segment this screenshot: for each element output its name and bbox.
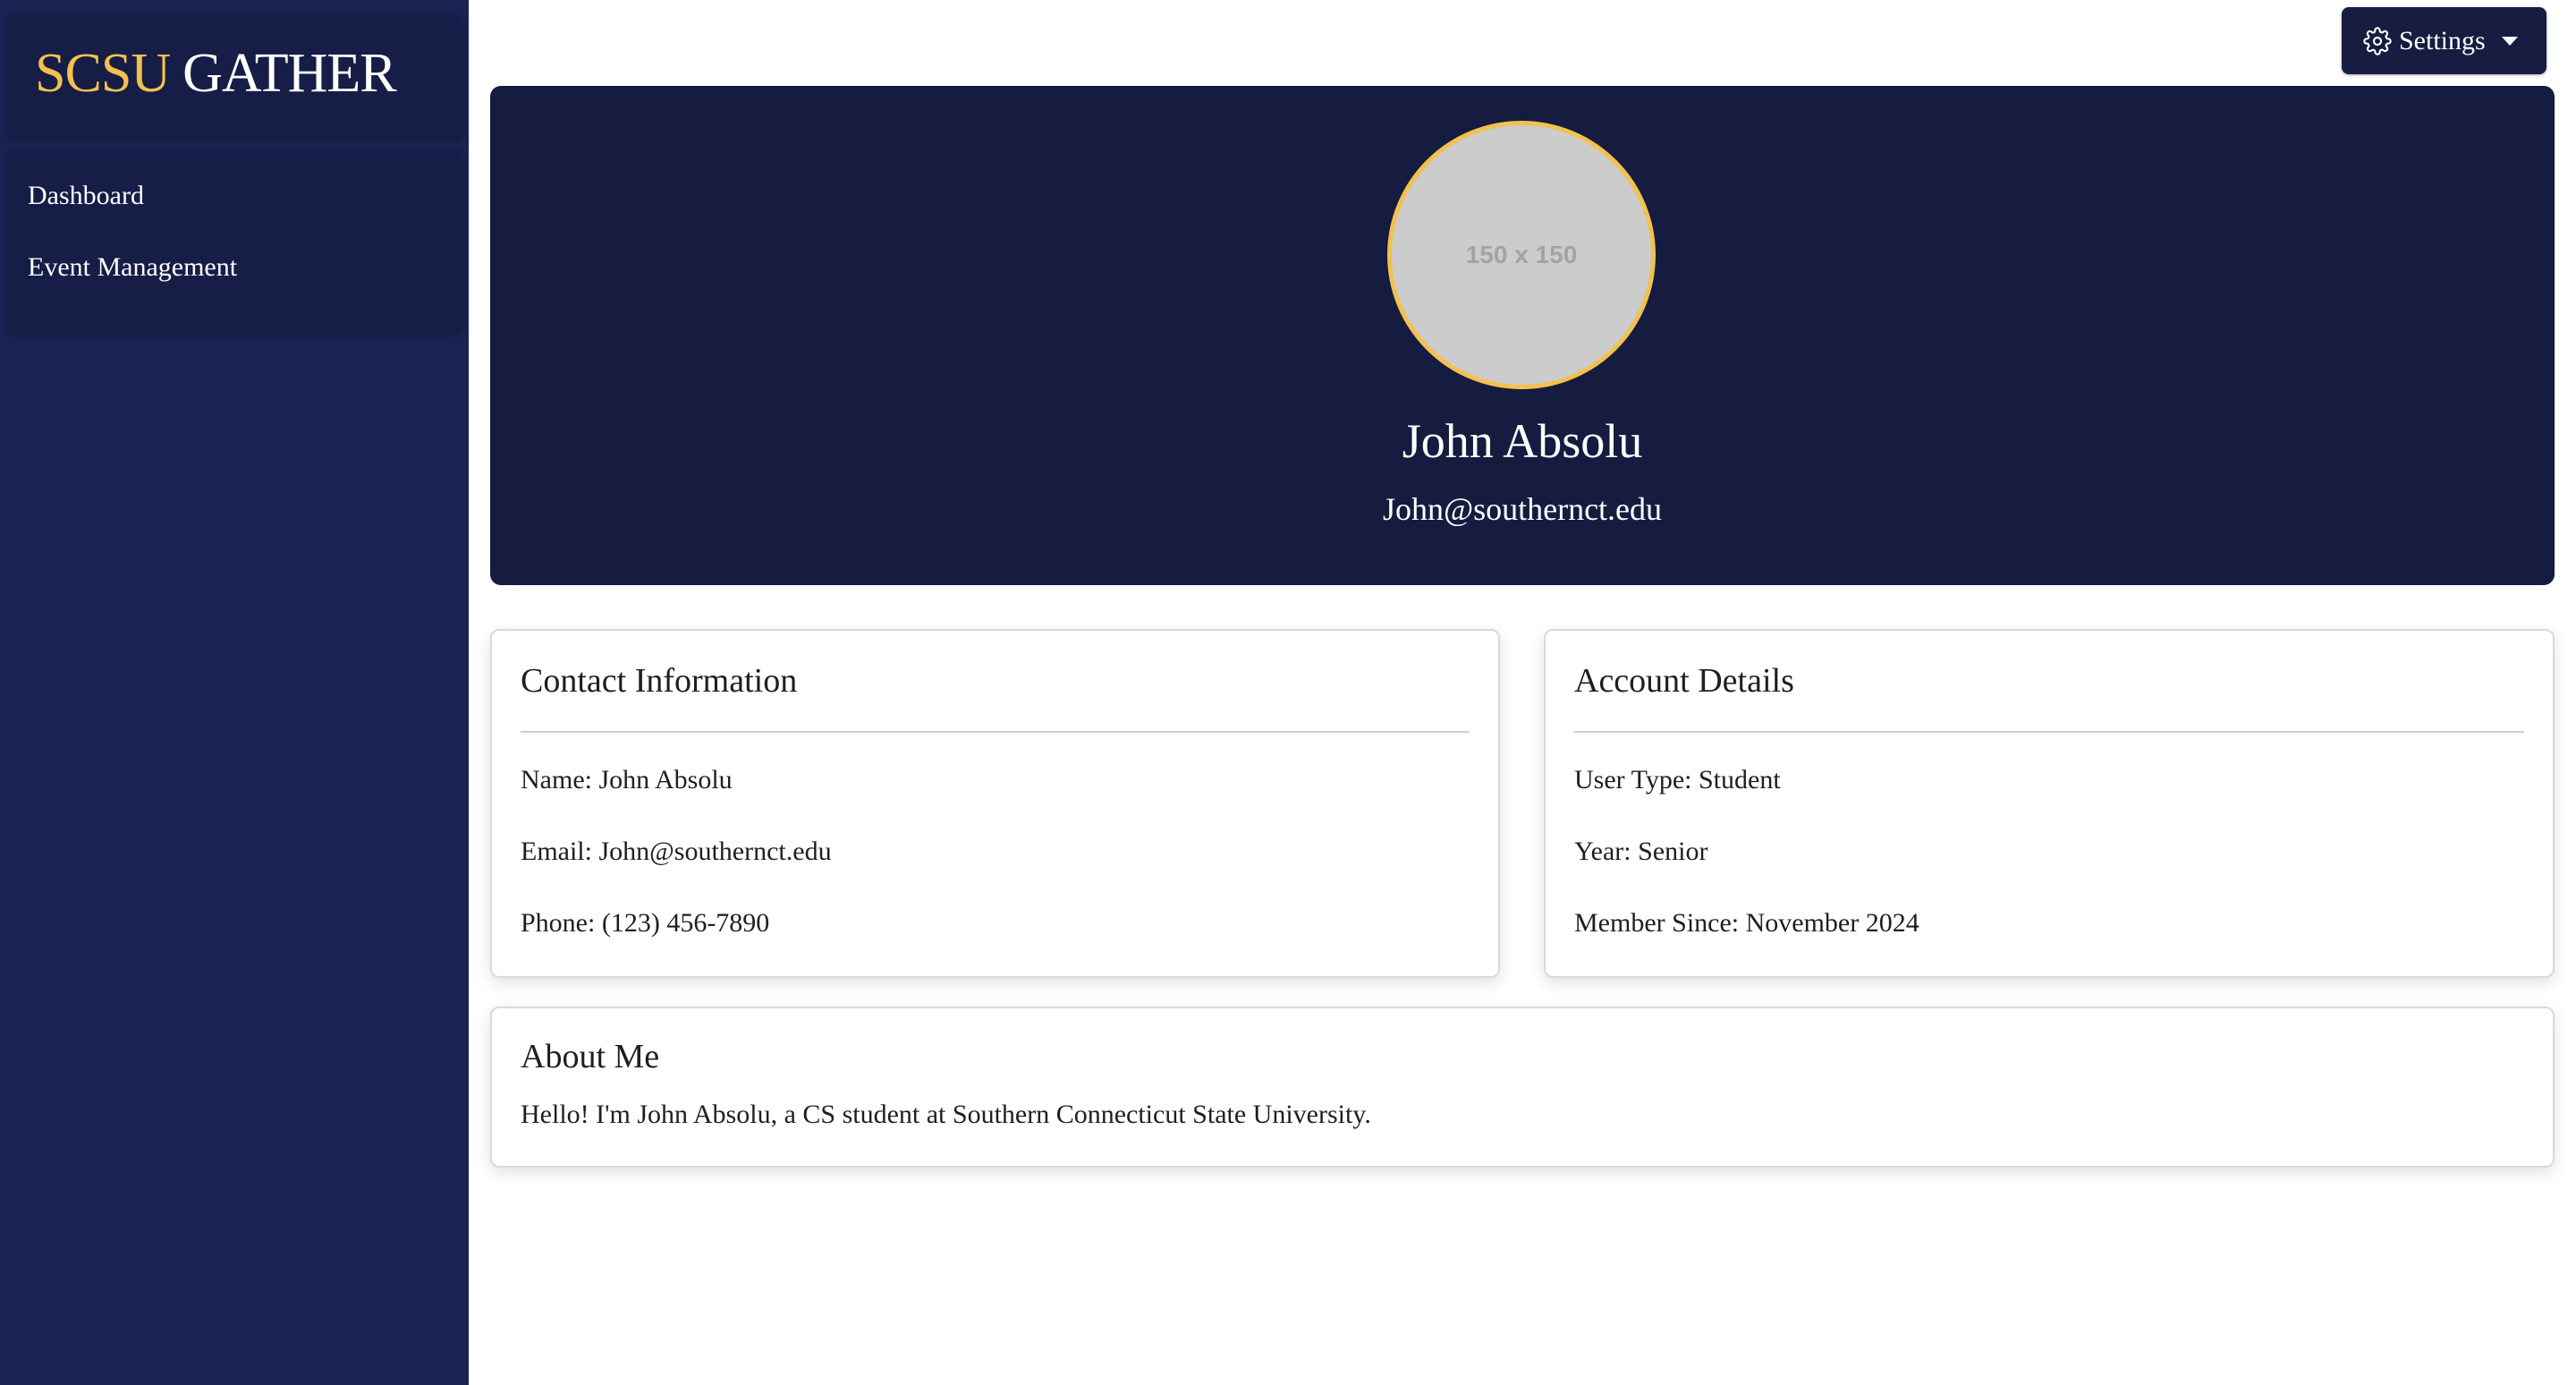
- contact-phone: Phone: (123) 456-7890: [521, 908, 770, 938]
- sidebar-item-dashboard[interactable]: Dashboard: [28, 181, 144, 211]
- account-user-type: User Type: Student: [1574, 765, 1781, 794]
- profile-name: John Absolu: [1402, 414, 1643, 468]
- brand-logo[interactable]: SCSU GATHER: [35, 42, 397, 106]
- avatar-placeholder-text: 150 x 150: [1465, 241, 1578, 268]
- sidebar: SCSU GATHER Dashboard Event Management: [0, 0, 469, 1385]
- contact-name: Name: John Absolu: [521, 765, 733, 794]
- about-me-card: About Me Hello! I'm John Absolu, a CS st…: [490, 1007, 2555, 1168]
- settings-button[interactable]: Settings: [2342, 7, 2546, 74]
- settings-label: Settings: [2399, 25, 2486, 55]
- divider: [521, 731, 1470, 733]
- brand-scsu: SCSU: [35, 43, 171, 104]
- card-title: About Me: [521, 1038, 660, 1075]
- gear-icon: [2363, 26, 2392, 55]
- card-title: Contact Information: [521, 662, 798, 700]
- brand-gather: GATHER: [182, 43, 397, 104]
- app-root: SCSU GATHER Dashboard Event Management Se…: [0, 0, 2576, 1385]
- sidebar-item-event-management[interactable]: Event Management: [28, 252, 237, 283]
- contact-email: Email: John@southernct.edu: [521, 837, 832, 866]
- profile-hero: 150 x 150 John Absolu John@southernct.ed…: [490, 86, 2555, 585]
- sidebar-nav: Dashboard Event Management: [8, 150, 462, 333]
- avatar: 150 x 150: [1387, 121, 1656, 389]
- account-year: Year: Senior: [1574, 837, 1708, 866]
- about-me-text: Hello! I'm John Absolu, a CS student at …: [521, 1100, 1371, 1129]
- account-details-card: Account Details User Type: Student Year:…: [1544, 629, 2555, 978]
- account-member-since: Member Since: November 2024: [1574, 908, 1919, 938]
- card-title: Account Details: [1574, 662, 1794, 700]
- profile-email: John@southernct.edu: [1382, 491, 1663, 527]
- brand-panel: SCSU GATHER: [8, 15, 462, 139]
- caret-down-icon: [2501, 36, 2518, 46]
- contact-information-card: Contact Information Name: John Absolu Em…: [490, 629, 1500, 978]
- divider: [1574, 731, 2524, 733]
